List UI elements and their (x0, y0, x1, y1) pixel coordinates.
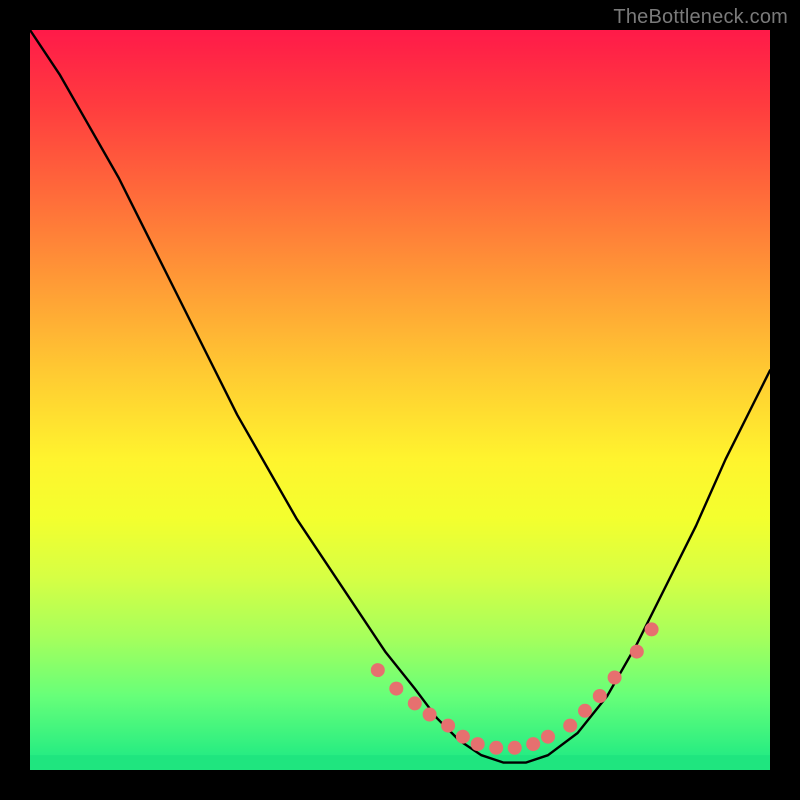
bottleneck-curve-chart (30, 30, 770, 770)
curve-marker (593, 689, 607, 703)
curve-marker (563, 719, 577, 733)
curve-marker (630, 645, 644, 659)
curve-marker (489, 741, 503, 755)
chart-plot-area (30, 30, 770, 770)
curve-marker (526, 737, 540, 751)
bottleneck-curve (30, 30, 770, 763)
curve-marker (471, 737, 485, 751)
curve-marker (389, 682, 403, 696)
curve-marker (608, 671, 622, 685)
curve-marker (541, 730, 555, 744)
curve-marker (456, 730, 470, 744)
chart-baseline-bar (30, 755, 770, 770)
curve-marker (578, 704, 592, 718)
curve-marker (408, 696, 422, 710)
curve-marker (371, 663, 385, 677)
curve-marker (423, 708, 437, 722)
curve-marker (441, 719, 455, 733)
watermark-text: TheBottleneck.com (613, 6, 788, 29)
curve-marker (508, 741, 522, 755)
curve-marker (645, 622, 659, 636)
